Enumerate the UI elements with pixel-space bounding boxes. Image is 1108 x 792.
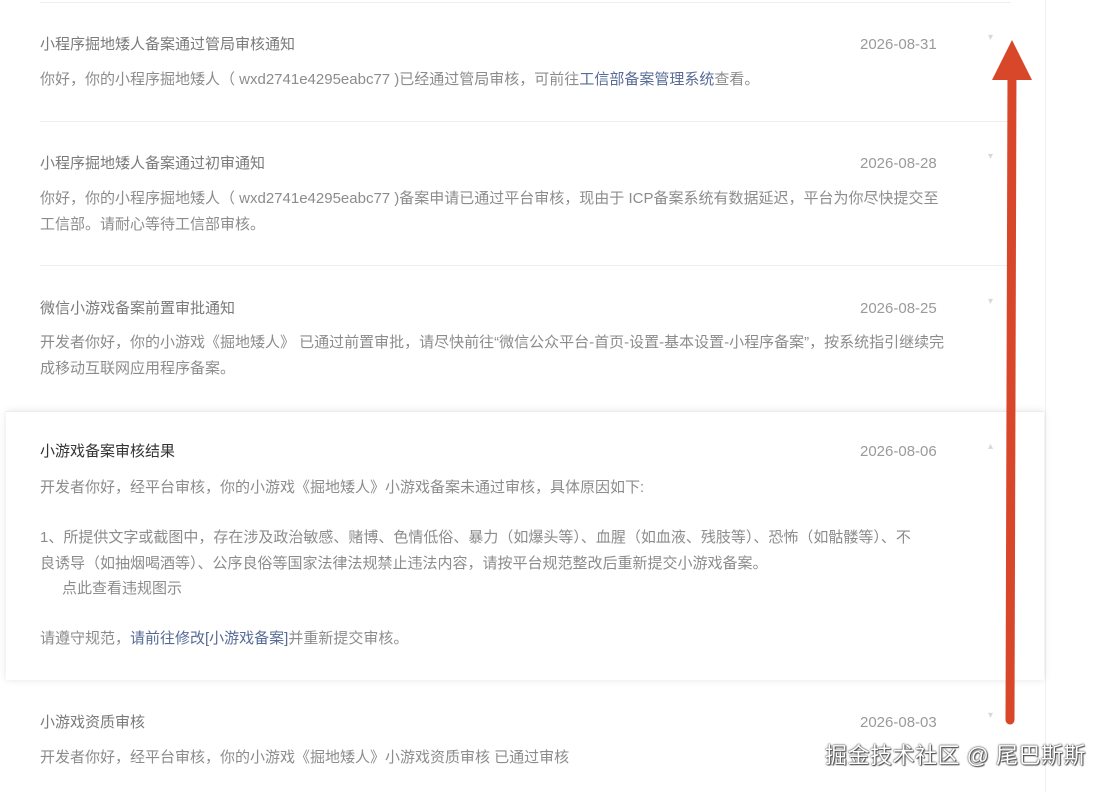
icp-system-link[interactable]: 工信部备案管理系统 bbox=[579, 71, 714, 88]
notice-footer-text: 请遵守规范， bbox=[40, 630, 131, 647]
notice-body: 开发者你好，你的小游戏《掘地矮人》 已通过前置审批，请尽快前往“微信公众平台-首… bbox=[40, 334, 945, 377]
notice-body: 你好，你的小程序掘地矮人（ wxd2741e4295eabc77 )已经通过管局… bbox=[40, 67, 945, 93]
notice-date: 2026-08-03 bbox=[860, 714, 937, 731]
arrow-head bbox=[992, 40, 1032, 80]
watermark: 掘金技术社区 @ 尾巴斯斯 bbox=[824, 743, 1086, 768]
notice-date: 2026-08-31 bbox=[860, 36, 937, 53]
notice-body: 你好，你的小程序掘地矮人（ wxd2741e4295eabc77 )备案申请已通… bbox=[40, 190, 939, 233]
notice-date: 2026-08-06 bbox=[860, 443, 937, 460]
notice-title: 小程序掘地矮人备案通过初审通知 bbox=[40, 155, 266, 172]
notice-title: 小游戏资质审核 bbox=[40, 714, 146, 731]
top-divider bbox=[40, 2, 1011, 3]
notice-body: 开发者你好，经平台审核，你的小游戏《掘地矮人》小游戏资质审核 已通过审核 bbox=[40, 749, 570, 766]
edit-filing-link[interactable]: 请前往修改[小游戏备案] bbox=[130, 630, 288, 647]
notice-body-intro: 开发者你好，经平台审核，你的小游戏《掘地矮人》小游戏备案未通过审核，具体原因如下… bbox=[40, 479, 645, 496]
notice-title: 小程序掘地矮人备案通过管局审核通知 bbox=[40, 36, 296, 53]
notice-body-text: 你好，你的小程序掘地矮人（ wxd2741e4295eabc77 )已经通过管局… bbox=[40, 71, 580, 88]
notice-date: 2026-08-28 bbox=[860, 155, 937, 172]
notice-reason: 1、所提供文字或截图中，存在涉及政治敏感、赌博、色情低俗、暴力（如爆头等）、血腥… bbox=[40, 529, 911, 572]
violation-example-link[interactable]: 点此查看违规图示 bbox=[62, 576, 182, 602]
notice-title: 微信小游戏备案前置审批通知 bbox=[40, 300, 236, 317]
notice-divider bbox=[40, 265, 1010, 266]
expanded-notice-card[interactable]: 小游戏备案审核结果 2026-08-06 ▴ 开发者你好，经平台审核，你的小游戏… bbox=[6, 411, 1044, 680]
arrow-shaft bbox=[1005, 63, 1017, 725]
notice-footer-text: 并重新提交审核。 bbox=[288, 630, 409, 647]
notice-date: 2026-08-25 bbox=[860, 300, 937, 317]
notice-title: 小游戏备案审核结果 bbox=[40, 443, 176, 460]
notice-body-text: 查看。 bbox=[714, 71, 760, 88]
notice-divider bbox=[40, 121, 1010, 122]
red-arrow-annotation bbox=[992, 40, 1032, 725]
notice-footer: 请遵守规范，请前往修改[小游戏备案]并重新提交审核。 bbox=[40, 626, 408, 652]
